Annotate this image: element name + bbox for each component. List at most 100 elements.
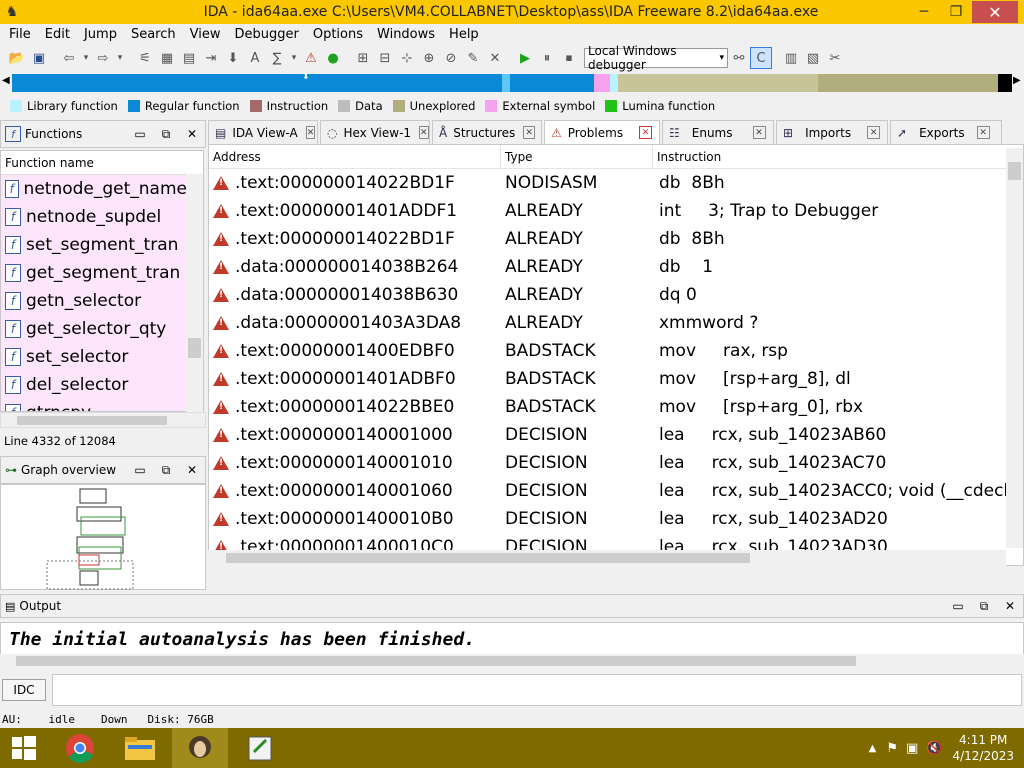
tab-hex-view-1[interactable]: ◌ Hex View-1 ✕ xyxy=(320,120,430,144)
attach-icon[interactable]: ⚯ xyxy=(728,47,750,69)
problems-vertical-scrollbar[interactable] xyxy=(1006,148,1023,548)
lumina-icon[interactable]: ● xyxy=(322,47,344,69)
function-item[interactable]: f netnode_get_name xyxy=(1,175,187,203)
output-horizontal-scrollbar[interactable] xyxy=(0,654,1024,668)
pause-icon[interactable]: ⏸ xyxy=(536,47,558,69)
function-item[interactable]: f getn_selector xyxy=(1,287,187,315)
problems-horizontal-scrollbar[interactable] xyxy=(208,550,1006,566)
menu-options[interactable]: Options xyxy=(307,27,369,42)
output-text[interactable]: The initial autoanalysis has been finish… xyxy=(0,622,1024,656)
menu-view[interactable]: View xyxy=(184,27,227,42)
forward-icon[interactable]: ⇨ xyxy=(92,47,114,69)
column-type[interactable]: Type xyxy=(501,145,653,168)
start-debug-icon[interactable]: ▶ xyxy=(514,47,536,69)
nav-right-arrow-icon[interactable]: ▶ xyxy=(1013,75,1021,86)
functions-horizontal-scrollbar[interactable] xyxy=(0,412,206,428)
close-icon[interactable]: ✕ xyxy=(523,126,535,139)
column-instruction[interactable]: Instruction xyxy=(653,145,1007,168)
struct-member-icon[interactable]: ⊕ xyxy=(418,47,440,69)
ida-taskbar-item[interactable] xyxy=(172,728,228,768)
problem-row[interactable]: .text:00000001401ADDF1 ALREADY int 3; Trap… xyxy=(209,197,1023,225)
navigation-band[interactable] xyxy=(12,74,1012,92)
menu-file[interactable]: File xyxy=(3,27,37,42)
problems-icon[interactable]: ⚠ xyxy=(300,47,322,69)
undefine-icon[interactable]: ∑ xyxy=(266,47,288,69)
jump-icon[interactable]: ⇥ xyxy=(200,47,222,69)
struct-edit-icon[interactable]: ⊟ xyxy=(374,47,396,69)
idc-button[interactable]: IDC xyxy=(2,679,46,701)
tab-structures[interactable]: Å Structures ✕ xyxy=(432,120,542,144)
problem-row[interactable]: .text:00000001400010B0 DECISION lea rcx, s… xyxy=(209,505,1023,533)
close-icon[interactable]: ✕ xyxy=(997,599,1023,613)
forward-dropdown-icon[interactable]: ▾ xyxy=(114,47,126,69)
close-icon[interactable]: ✕ xyxy=(179,127,205,141)
rename-icon[interactable]: ✎ xyxy=(462,47,484,69)
problem-row[interactable]: .text:000000014022BBE0 BADSTACK mov [rsp+a… xyxy=(209,393,1023,421)
problem-row[interactable]: .text:0000000140001060 DECISION lea rcx, s… xyxy=(209,477,1023,505)
open-icon[interactable]: 📂 xyxy=(6,47,28,69)
tab-imports[interactable]: ⊞ Imports ✕ xyxy=(776,120,888,144)
tab-ida-view-a[interactable]: ▤ IDA View-A ✕ xyxy=(208,120,318,144)
cross-icon[interactable]: ✕ xyxy=(484,47,506,69)
float-icon[interactable]: ⧉ xyxy=(971,599,997,614)
problem-row[interactable]: .text:000000014022BD1F ALREADY db 8Bh xyxy=(209,225,1023,253)
column-address[interactable]: Address xyxy=(209,145,501,168)
dropdown-icon[interactable]: ▾ xyxy=(288,47,300,69)
chevron-up-icon[interactable]: ▲ xyxy=(869,743,877,754)
close-icon[interactable]: ✕ xyxy=(305,126,316,139)
export-icon[interactable]: ▧ xyxy=(802,47,824,69)
function-item[interactable]: f get_segment_tran xyxy=(1,259,187,287)
function-item[interactable]: f netnode_supdel xyxy=(1,203,187,231)
problem-row[interactable]: .text:0000000140001000 DECISION lea rcx, s… xyxy=(209,421,1023,449)
flag-icon[interactable]: ⚑ xyxy=(886,741,898,756)
struct-field-icon[interactable]: ⊹ xyxy=(396,47,418,69)
graph-overview[interactable] xyxy=(0,484,206,590)
notepad-taskbar-item[interactable] xyxy=(232,728,288,768)
function-name-column[interactable]: Function name xyxy=(1,151,203,175)
close-icon[interactable]: ✕ xyxy=(639,126,653,139)
save-icon[interactable]: ▣ xyxy=(28,47,50,69)
tab-exports[interactable]: ➚ Exports ✕ xyxy=(890,120,1002,144)
menu-debugger[interactable]: Debugger xyxy=(228,27,304,42)
float-icon[interactable]: ⧉ xyxy=(153,127,179,142)
decompile-icon[interactable]: C xyxy=(750,47,772,69)
close-icon[interactable]: ✕ xyxy=(867,126,881,139)
scroll-thumb[interactable] xyxy=(16,656,856,666)
close-icon[interactable]: ✕ xyxy=(419,126,429,139)
binary-icon[interactable]: ▦ xyxy=(156,47,178,69)
chrome-taskbar-item[interactable] xyxy=(52,728,108,768)
menu-windows[interactable]: Windows xyxy=(371,27,441,42)
problem-row[interactable]: .text:0000000140001010 DECISION lea rcx, s… xyxy=(209,449,1023,477)
volume-muted-icon[interactable]: 🔇 xyxy=(926,741,942,756)
tab-problems[interactable]: ⚠ Problems ✕ xyxy=(544,120,660,144)
menu-help[interactable]: Help xyxy=(443,27,485,42)
menu-edit[interactable]: Edit xyxy=(39,27,76,42)
scroll-thumb[interactable] xyxy=(17,416,167,425)
problem-row[interactable]: .text:00000001400EDBF0 BADSTACK mov rax, r… xyxy=(209,337,1023,365)
minimize-button[interactable]: ─ xyxy=(908,1,940,23)
scroll-thumb[interactable] xyxy=(1008,162,1021,180)
plugin-icon[interactable]: ✂ xyxy=(824,47,846,69)
maximize-icon[interactable]: ▭ xyxy=(945,599,971,613)
problem-row[interactable]: .data:000000014038B264 ALREADY db 1 xyxy=(209,253,1023,281)
menu-search[interactable]: Search xyxy=(125,27,182,42)
down-arrow-icon[interactable]: ⬇ xyxy=(222,47,244,69)
problem-row[interactable]: .text:00000001401ADBF0 BADSTACK mov [rsp+a… xyxy=(209,365,1023,393)
problem-row[interactable]: .text:000000014022BD1F NODISASM db 8Bh xyxy=(209,169,1023,197)
maximize-icon[interactable]: ▭ xyxy=(127,463,153,477)
back-icon[interactable]: ⇦ xyxy=(58,47,80,69)
functions-vertical-scrollbar[interactable] xyxy=(186,174,203,412)
maximize-icon[interactable]: ▭ xyxy=(127,127,153,141)
network-icon[interactable]: ▣ xyxy=(906,741,918,756)
scroll-thumb[interactable] xyxy=(188,338,201,358)
layout-icon[interactable]: ▥ xyxy=(780,47,802,69)
scroll-thumb[interactable] xyxy=(226,553,750,563)
back-dropdown-icon[interactable]: ▾ xyxy=(80,47,92,69)
function-item[interactable]: f get_selector_qty xyxy=(1,315,187,343)
menu-jump[interactable]: Jump xyxy=(78,27,123,42)
code-icon[interactable]: ⚟ xyxy=(134,47,156,69)
restore-button[interactable]: ❐ xyxy=(940,1,972,23)
tab-enums[interactable]: ☷ Enums ✕ xyxy=(662,120,774,144)
close-icon[interactable]: ✕ xyxy=(752,126,766,139)
close-icon[interactable]: ✕ xyxy=(976,126,990,139)
